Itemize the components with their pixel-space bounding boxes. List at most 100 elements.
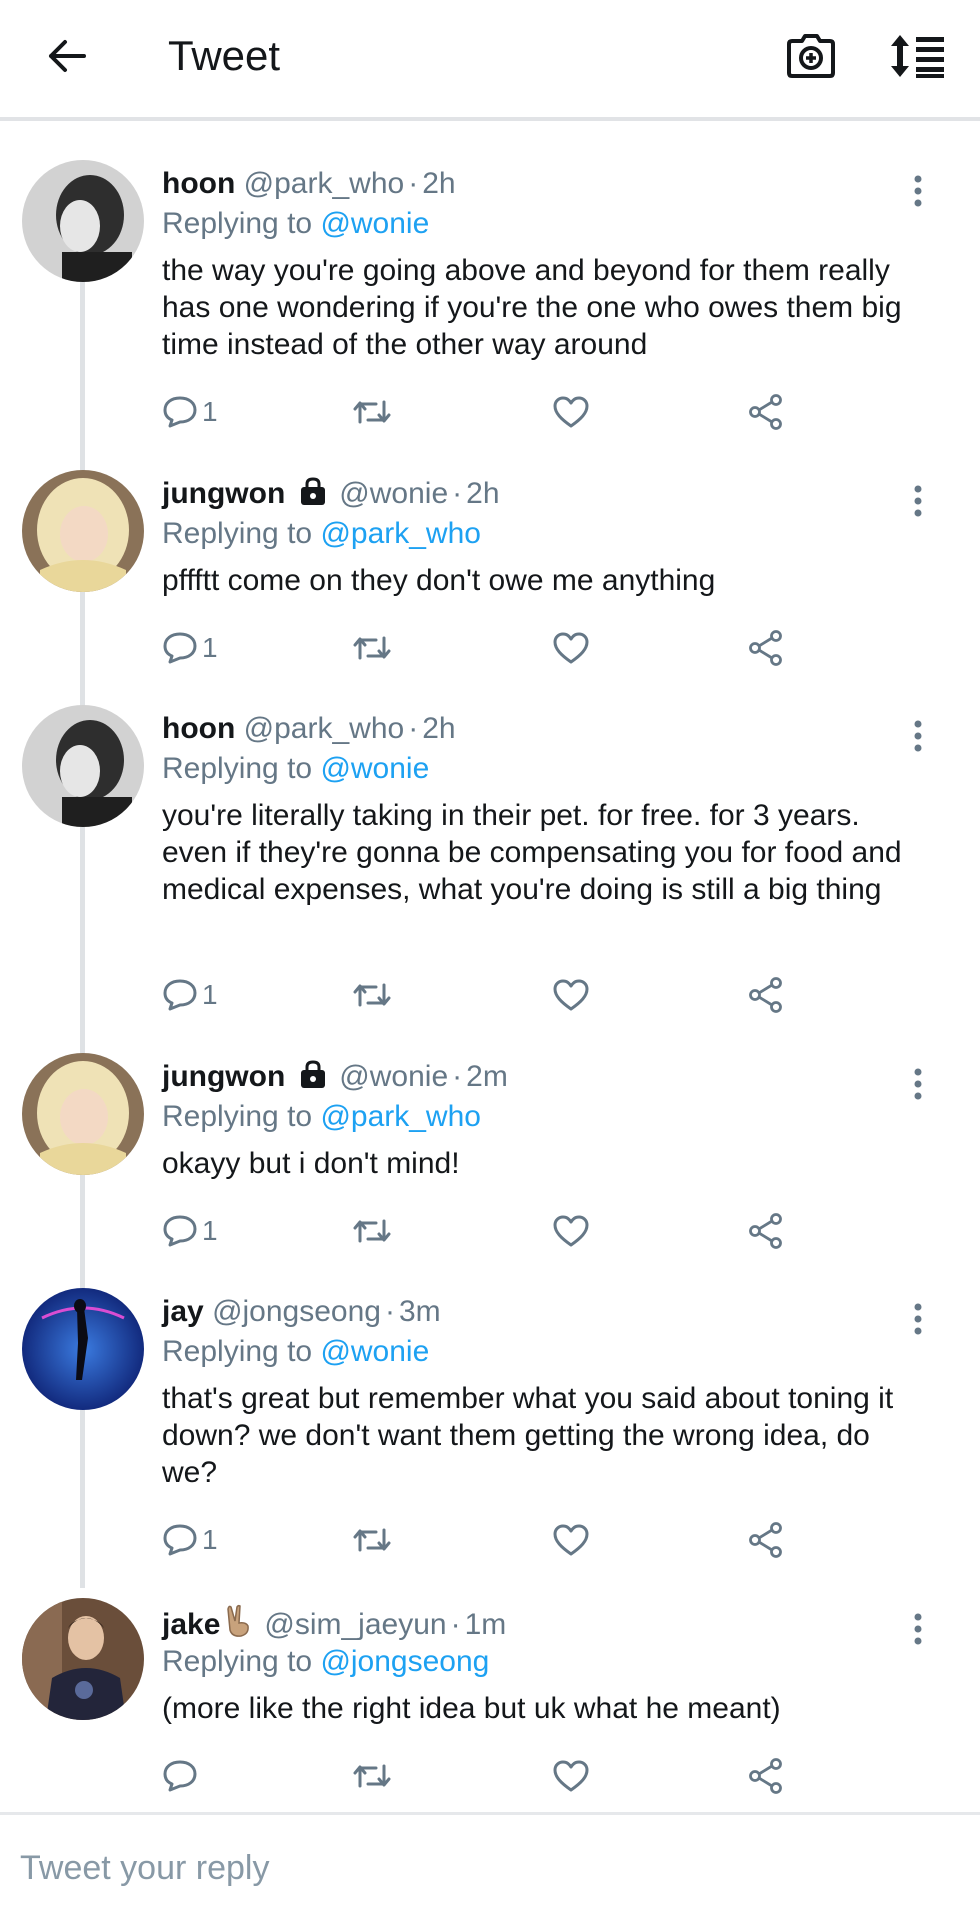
more-vertical-icon <box>914 1613 922 1645</box>
user-handle[interactable]: @park_who <box>244 712 405 745</box>
tweet-time: 1m <box>464 1608 507 1641</box>
avatar[interactable] <box>22 1053 144 1175</box>
avatar[interactable] <box>22 705 144 827</box>
more-vertical-icon <box>914 1303 922 1335</box>
tweet-text: the way you're going above and beyond fo… <box>162 254 902 361</box>
tweet-actions <box>162 1752 802 1800</box>
like-button[interactable] <box>552 1207 590 1255</box>
reply-button[interactable] <box>162 1752 202 1800</box>
user-handle[interactable]: @wonie <box>339 477 448 510</box>
avatar[interactable] <box>22 1288 144 1410</box>
retweet-button[interactable] <box>352 1516 392 1564</box>
share-icon <box>749 630 782 666</box>
heart-icon <box>553 396 589 428</box>
user-handle[interactable]: @park_who <box>244 167 405 200</box>
reply-count: 1 <box>202 1524 218 1555</box>
display-name[interactable]: jungwon <box>162 477 285 510</box>
share-icon <box>749 1522 782 1558</box>
heart-icon <box>553 1760 589 1792</box>
reply-button[interactable]: 1 <box>162 1516 218 1564</box>
tweet-text: (more like the right idea but uk what he… <box>162 1692 781 1725</box>
compose-divider <box>0 1812 980 1815</box>
arrow-left-icon <box>49 40 86 72</box>
heart-icon <box>553 979 589 1011</box>
replying-to: Replying to @park_who <box>162 517 481 550</box>
replying-to: Replying to @jongseong <box>162 1645 490 1678</box>
share-button[interactable] <box>747 971 785 1019</box>
display-name[interactable]: jake <box>162 1608 220 1641</box>
camera-button[interactable] <box>780 26 842 86</box>
avatar[interactable] <box>22 160 144 282</box>
tweet-actions: 1 <box>162 971 802 1019</box>
sort-button[interactable] <box>884 26 954 86</box>
display-name[interactable]: jay <box>162 1295 204 1328</box>
back-button[interactable] <box>38 28 94 84</box>
like-button[interactable] <box>552 971 590 1019</box>
more-options-button[interactable] <box>898 713 938 759</box>
tweet-text: that's great but remember what you said … <box>162 1382 894 1489</box>
like-button[interactable] <box>552 1752 590 1800</box>
user-handle[interactable]: @wonie <box>339 1060 448 1093</box>
reply-button[interactable]: 1 <box>162 624 218 672</box>
mention-link[interactable]: @park_who <box>320 517 481 550</box>
retweet-button[interactable] <box>352 1207 392 1255</box>
share-icon <box>749 1758 782 1794</box>
more-vertical-icon <box>914 1068 922 1100</box>
display-name[interactable]: hoon <box>162 712 235 745</box>
replying-to: Replying to @wonie <box>162 752 430 785</box>
mention-link[interactable]: @jongseong <box>320 1645 489 1678</box>
tweet-text: okayy but i don't mind! <box>162 1147 460 1180</box>
more-options-button[interactable] <box>898 168 938 214</box>
retweet-button[interactable] <box>352 1752 392 1800</box>
display-name[interactable]: hoon <box>162 167 235 200</box>
retweet-button[interactable] <box>352 624 392 672</box>
reply-input[interactable] <box>0 1816 980 1920</box>
mention-link[interactable]: @wonie <box>320 207 429 240</box>
tweet-header: hoon @park_who · 2h <box>162 167 456 200</box>
more-options-button[interactable] <box>898 1296 938 1342</box>
reply-button[interactable]: 1 <box>162 1207 218 1255</box>
more-options-button[interactable] <box>898 1606 938 1652</box>
share-button[interactable] <box>747 1516 785 1564</box>
tweet-actions: 1 <box>162 624 802 672</box>
like-button[interactable] <box>552 388 590 436</box>
tweet-time: 2h <box>422 167 456 200</box>
avatar[interactable] <box>22 470 144 592</box>
sort-list-icon <box>891 35 944 78</box>
victory-hand-icon <box>227 1604 250 1637</box>
user-handle[interactable]: @sim_jaeyun <box>264 1608 446 1641</box>
more-options-button[interactable] <box>898 478 938 524</box>
tweet-header: jake @sim_jaeyun · 1m <box>162 1604 506 1643</box>
tweet-time: 2h <box>466 477 500 510</box>
reply-count: 1 <box>202 1215 218 1246</box>
display-name[interactable]: jungwon <box>162 1060 285 1093</box>
reply-icon <box>163 632 197 664</box>
reply-count: 1 <box>202 396 218 427</box>
share-button[interactable] <box>747 1752 785 1800</box>
share-button[interactable] <box>747 624 785 672</box>
retweet-button[interactable] <box>352 971 392 1019</box>
tweet-actions: 1 <box>162 1207 802 1255</box>
retweet-icon <box>353 1528 391 1552</box>
user-handle[interactable]: @jongseong <box>212 1295 381 1328</box>
tweet-header: jay @jongseong · 3m <box>162 1295 441 1328</box>
like-button[interactable] <box>552 1516 590 1564</box>
avatar[interactable] <box>22 1598 144 1720</box>
reply-button[interactable]: 1 <box>162 971 218 1019</box>
like-button[interactable] <box>552 624 590 672</box>
mention-link[interactable]: @park_who <box>320 1100 481 1133</box>
top-app-bar: Tweet <box>0 0 980 112</box>
more-vertical-icon <box>914 485 922 517</box>
reply-icon <box>163 1524 197 1556</box>
retweet-button[interactable] <box>352 388 392 436</box>
tweet-actions: 1 <box>162 388 802 436</box>
mention-link[interactable]: @wonie <box>320 752 429 785</box>
reply-button[interactable]: 1 <box>162 388 218 436</box>
reply-icon <box>163 396 197 428</box>
share-button[interactable] <box>747 1207 785 1255</box>
more-options-button[interactable] <box>898 1061 938 1107</box>
tweet-header: jungwon @wonie · 2h <box>162 477 500 510</box>
mention-link[interactable]: @wonie <box>320 1335 429 1368</box>
share-button[interactable] <box>747 388 785 436</box>
heart-icon <box>553 1524 589 1556</box>
